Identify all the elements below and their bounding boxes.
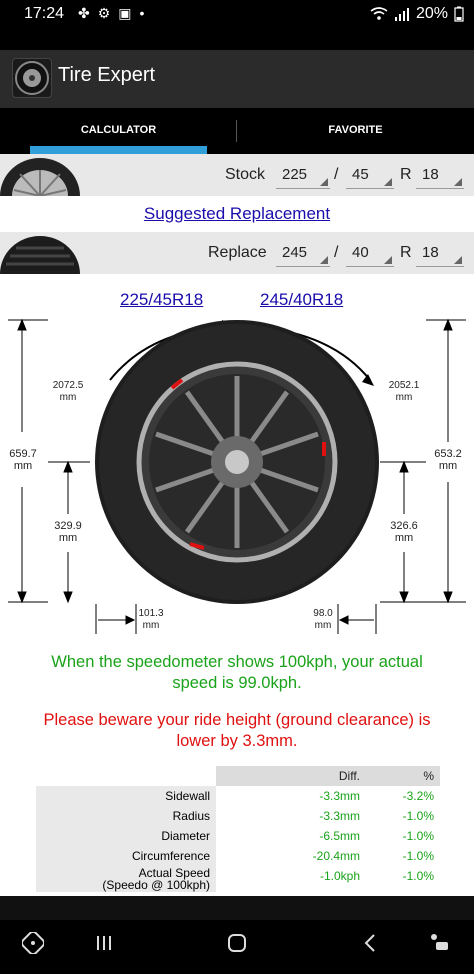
header-diff: Diff. — [338, 769, 360, 783]
tab-favorite[interactable]: FAVORITE — [237, 108, 474, 154]
settings-icon: ⚙ — [97, 5, 111, 21]
replace-tire-image — [0, 236, 80, 274]
ride-height-warning: Please beware your ride height (ground c… — [43, 711, 431, 750]
stock-tire-row: Stock 225 / 45 R 18 — [0, 154, 474, 196]
stock-tire-image — [0, 158, 80, 196]
right-circumference-value: 2052.1 mm — [388, 380, 420, 403]
dropdown-arrow-icon — [384, 256, 392, 264]
dropdown-arrow-icon — [454, 256, 462, 264]
comparison-table: Diff. % Sidewall -3.3mm -3.2% Radius -3.… — [36, 766, 440, 892]
system-nav-bar — [0, 920, 474, 974]
tire-diagram: 225/45R18 245/40R18 2072.5 mm 2052.1 mm … — [0, 282, 474, 642]
status-right: 20% — [370, 5, 464, 23]
notification-icons: ✤ ⚙ ▣ • — [78, 5, 144, 22]
accessibility-icon[interactable] — [428, 932, 452, 960]
left-sidewall-value: 101.3 mm — [138, 608, 164, 631]
stock-width-select[interactable]: 225 — [276, 160, 330, 190]
home-icon[interactable] — [226, 932, 248, 960]
status-bar: 17:24 ✤ ⚙ ▣ • 20% — [0, 0, 474, 30]
left-radius-value: 329.9 mm — [54, 520, 82, 544]
stock-label: Stock — [225, 166, 266, 183]
dot-icon: • — [139, 5, 145, 21]
fan-icon: ✤ — [78, 5, 90, 21]
tab-indicator — [30, 146, 207, 154]
right-radius-value: 326.6 mm — [390, 520, 418, 544]
stock-aspect-select[interactable]: 45 — [346, 160, 394, 190]
image-icon: ▣ — [118, 5, 132, 21]
app-logo-icon — [12, 58, 52, 98]
battery-text: 20% — [415, 5, 448, 22]
right-sidewall-value: 98.0 mm — [313, 608, 333, 631]
header-percent: % — [423, 769, 434, 783]
bottom-strip — [0, 896, 474, 920]
battery-icon — [454, 6, 464, 22]
table-row: Circumference -20.4mm -1.0% — [36, 846, 440, 866]
dropdown-arrow-icon — [320, 178, 328, 186]
speed-message: When the speedometer shows 100kph, your … — [51, 653, 423, 692]
replace-tire-row: Replace 245 / 40 R 18 — [0, 232, 474, 274]
stock-slash: / — [334, 166, 339, 183]
table-row: Radius -3.3mm -1.0% — [36, 806, 440, 826]
dropdown-arrow-icon — [384, 178, 392, 186]
table-row: Diameter -6.5mm -1.0% — [36, 826, 440, 846]
replace-width-select[interactable]: 245 — [276, 238, 330, 268]
replace-rim-select[interactable]: 18 — [416, 238, 464, 268]
replace-label: Replace — [208, 244, 267, 261]
table-row: Actual Speed (Speedo @ 100kph) -1.0kph -1… — [36, 866, 440, 892]
left-circumference-value: 2072.5 mm — [52, 380, 84, 403]
wifi-icon — [370, 7, 388, 20]
left-diameter-value: 659.7 mm — [9, 448, 37, 472]
stock-rim-select[interactable]: 18 — [416, 160, 464, 190]
table-row: Sidewall -3.3mm -3.2% — [36, 786, 440, 806]
table-header: Diff. % — [36, 766, 440, 786]
diagram-graphics — [8, 318, 466, 634]
signal-icon — [394, 8, 409, 21]
right-diameter-value: 653.2 mm — [434, 448, 462, 472]
dropdown-arrow-icon — [320, 256, 328, 264]
back-icon[interactable] — [362, 932, 378, 960]
suggested-replacement-link[interactable]: Suggested Replacement — [0, 204, 474, 224]
dropdown-arrow-icon — [454, 178, 462, 186]
app-root: 17:24 ✤ ⚙ ▣ • 20% Tire Expert CALCULATOR… — [0, 0, 474, 974]
game-icon[interactable] — [20, 930, 46, 960]
stock-r-label: R — [400, 166, 412, 183]
app-title: Tire Expert — [58, 64, 156, 86]
status-time: 17:24 — [24, 5, 65, 22]
replace-aspect-select[interactable]: 40 — [346, 238, 394, 268]
app-bar: Tire Expert — [0, 30, 474, 108]
recents-icon[interactable] — [94, 932, 114, 960]
replace-r-label: R — [400, 244, 412, 261]
replace-slash: / — [334, 244, 339, 261]
